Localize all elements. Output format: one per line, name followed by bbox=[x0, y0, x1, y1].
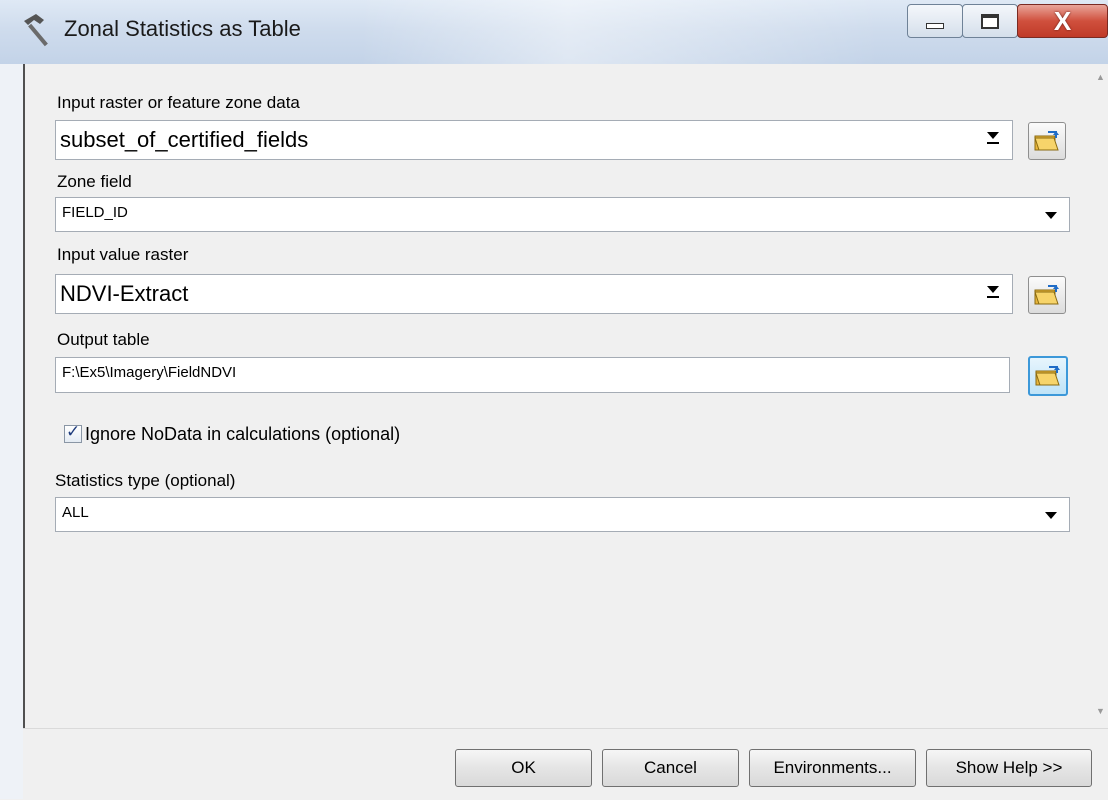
statistics-type-dropdown[interactable]: ALL bbox=[55, 497, 1070, 532]
input-zone-value: subset_of_certified_fields bbox=[60, 127, 309, 152]
input-value-raster-dropdown-arrow[interactable] bbox=[984, 283, 1002, 303]
close-icon: X bbox=[1053, 6, 1072, 36]
input-value-raster-combobox[interactable]: NDVI-Extract bbox=[55, 274, 1013, 314]
title-bar-glare bbox=[360, 0, 880, 64]
minimize-icon bbox=[926, 23, 944, 29]
statistics-type-value: ALL bbox=[62, 504, 89, 521]
title-bar[interactable]: Zonal Statistics as Table X bbox=[0, 0, 1108, 65]
show-help-button[interactable]: Show Help >> bbox=[926, 749, 1092, 787]
checkmark-icon: ✓ bbox=[66, 422, 81, 441]
input-zone-browse-button[interactable] bbox=[1028, 122, 1066, 160]
window-left-frame bbox=[0, 64, 23, 799]
input-zone-dropdown-arrow[interactable] bbox=[984, 129, 1002, 149]
output-table-browse-button[interactable] bbox=[1028, 356, 1068, 396]
folder-open-icon bbox=[1034, 131, 1059, 151]
statistics-type-label: Statistics type (optional) bbox=[55, 471, 236, 490]
ignore-nodata-label[interactable]: Ignore NoData in calculations (optional) bbox=[85, 424, 400, 445]
chevron-down-icon[interactable] bbox=[1045, 212, 1057, 219]
folder-open-icon bbox=[1035, 366, 1060, 386]
output-table-input[interactable]: F:\Ex5\Imagery\FieldNDVI bbox=[55, 357, 1010, 393]
scroll-down-icon[interactable]: ▼ bbox=[1096, 706, 1105, 716]
minimize-button[interactable] bbox=[907, 4, 963, 38]
ok-button[interactable]: OK bbox=[455, 749, 592, 787]
close-button[interactable]: X bbox=[1017, 4, 1108, 38]
scroll-up-icon[interactable]: ▲ bbox=[1096, 72, 1105, 82]
hammer-icon bbox=[24, 14, 48, 47]
zone-field-dropdown[interactable]: FIELD_ID bbox=[55, 197, 1070, 232]
folder-open-icon bbox=[1034, 285, 1059, 305]
zone-field-value: FIELD_ID bbox=[62, 204, 128, 221]
input-value-raster-browse-button[interactable] bbox=[1028, 276, 1066, 314]
zone-field-label: Zone field bbox=[57, 172, 132, 191]
window-title: Zonal Statistics as Table bbox=[64, 16, 301, 41]
input-zone-combobox[interactable]: subset_of_certified_fields bbox=[55, 120, 1013, 160]
ignore-nodata-checkbox[interactable]: ✓ bbox=[64, 422, 82, 443]
cancel-button[interactable]: Cancel bbox=[602, 749, 739, 787]
output-table-label: Output table bbox=[57, 330, 150, 349]
vertical-scrollbar[interactable]: ▲ ▼ bbox=[1092, 64, 1108, 728]
input-value-raster-label: Input value raster bbox=[57, 245, 189, 264]
input-value-raster-value: NDVI-Extract bbox=[60, 281, 189, 306]
input-zone-label: Input raster or feature zone data bbox=[57, 93, 300, 112]
maximize-button[interactable] bbox=[962, 4, 1018, 38]
parameters-panel bbox=[23, 64, 1103, 728]
maximize-icon bbox=[981, 13, 999, 29]
chevron-down-icon[interactable] bbox=[1045, 512, 1057, 519]
environments-button[interactable]: Environments... bbox=[749, 749, 916, 787]
